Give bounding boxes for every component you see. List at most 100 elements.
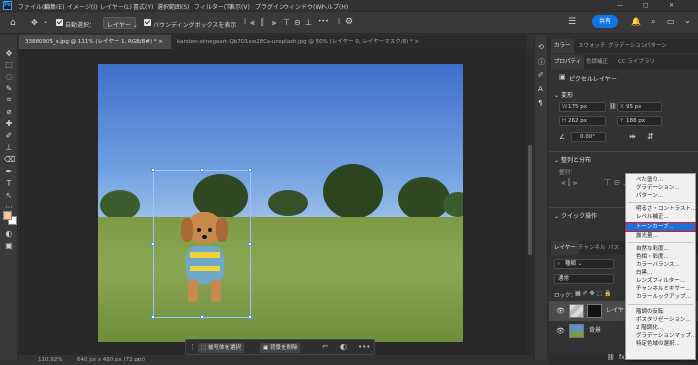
eraser-tool-icon[interactable]: ⌫	[4, 155, 15, 164]
auto-select-checkbox[interactable]	[56, 19, 63, 26]
history-icon[interactable]: ⟲	[538, 43, 544, 51]
align-right-icon[interactable]: ⫸	[272, 18, 277, 28]
menu-item-color-lookup[interactable]: カラールックアップ...	[626, 293, 695, 301]
menu-plugins[interactable]: プラグイン	[255, 2, 285, 11]
align-bottom-icon[interactable]: ⊥	[305, 18, 312, 27]
tab-properties[interactable]: プロパティ	[551, 55, 585, 69]
menu-item-hue-saturation[interactable]: 色相・彩度...	[626, 253, 695, 261]
menu-layer[interactable]: レイヤー(L)	[100, 2, 132, 11]
auto-select-dropdown[interactable]: レイヤー ⌄	[103, 17, 138, 29]
tab-paths[interactable]: パス	[605, 241, 622, 255]
home-icon[interactable]: ⌂	[10, 18, 16, 28]
visibility-eye-icon[interactable]: 👁	[556, 327, 565, 335]
brush-tool-icon[interactable]: ✐	[4, 131, 14, 140]
tab-swatches[interactable]: スウォッチ	[575, 39, 609, 53]
layer-kind-filter[interactable]: ⌕ 種類 ⌄	[554, 259, 614, 269]
chevron-down-icon[interactable]: ⌄	[684, 16, 691, 25]
transform-handle[interactable]	[248, 315, 252, 319]
maximize-icon[interactable]: ▢	[643, 2, 649, 9]
healing-brush-icon[interactable]: ✚	[4, 119, 14, 128]
photoshop-logo[interactable]: Ps	[3, 1, 12, 10]
quick-select-tool-icon[interactable]: ✎	[4, 84, 14, 93]
doc-tab-active[interactable]: 33880905_s.jpg @ 111% (レイヤー 1, RGB/8#) *…	[19, 35, 171, 49]
x-field[interactable]: X 95 px	[617, 102, 662, 112]
transform-handle[interactable]	[151, 168, 155, 172]
menu-item-exposure[interactable]: 露光量...	[626, 232, 695, 240]
doc-tab-inactive[interactable]: karsten-winegeart-Qb7D1xw28Cs-unsplash.j…	[171, 35, 445, 49]
menu-item-black-white[interactable]: 白黒...	[626, 269, 695, 277]
workspace-icon[interactable]: ▭	[667, 17, 675, 26]
screen-mode-icon[interactable]: ▣	[4, 241, 14, 250]
quick-mask-icon[interactable]: ◐	[4, 229, 14, 238]
transform-icon[interactable]: ⌐	[322, 342, 329, 351]
transform-section-title[interactable]: ⌄ 変形	[554, 90, 573, 99]
blend-mode-dropdown[interactable]: 通常	[554, 274, 614, 284]
visibility-eye-icon[interactable]: 👁	[556, 307, 565, 315]
learn-icon[interactable]: ☰	[568, 17, 576, 27]
minimize-icon[interactable]: —	[617, 2, 623, 9]
transform-handle[interactable]	[200, 168, 204, 172]
zoom-readout[interactable]: 110.92%	[38, 356, 62, 365]
menu-filter[interactable]: フィルター(T)	[194, 2, 232, 11]
menu-item-threshold[interactable]: 2 階調化...	[626, 324, 695, 332]
flip-vertical-icon[interactable]: ⇵	[647, 132, 654, 141]
transform-bounding-box[interactable]	[151, 168, 252, 319]
stamp-tool-icon[interactable]: ⊥	[4, 143, 14, 152]
menu-item-invert[interactable]: 階調の反転	[626, 308, 695, 316]
remove-background-button[interactable]: ▣ 背景を削除	[260, 343, 301, 353]
menu-item-photo-filter[interactable]: レンズフィルター...	[626, 277, 695, 285]
bounding-box-checkbox[interactable]	[144, 19, 151, 26]
layer-name[interactable]: 背景	[589, 321, 601, 341]
tab-patterns[interactable]: パターン	[642, 39, 670, 53]
menu-view[interactable]: 表示(V)	[229, 2, 250, 11]
close-icon[interactable]: ×	[158, 39, 163, 45]
menu-window[interactable]: ウィンドウ(W)	[283, 2, 324, 11]
move-tool-icon[interactable]: ✥	[31, 18, 38, 27]
tab-cc-libraries[interactable]: CC ライブラリ	[615, 55, 658, 69]
y-field[interactable]: Y 188 px	[617, 116, 662, 126]
transform-handle[interactable]	[248, 168, 252, 172]
crop-tool-icon[interactable]: ⌗	[4, 95, 14, 104]
align-buttons-icon[interactable]: ⫷ ⫿ ⫸	[561, 178, 578, 188]
align-top-icon[interactable]: ⊤	[283, 18, 290, 27]
width-field[interactable]: W 175 px	[559, 102, 606, 112]
height-field[interactable]: H 262 px	[559, 116, 606, 126]
notification-bell-icon[interactable]: 🔔	[631, 17, 641, 26]
link-layers-icon[interactable]: ⛓	[607, 354, 615, 361]
foreground-color-swatch[interactable]	[3, 211, 12, 220]
type-tool-icon[interactable]: T	[4, 179, 14, 188]
tab-color[interactable]: カラー	[551, 39, 574, 53]
eyedropper-tool-icon[interactable]: ⌀	[4, 107, 14, 116]
info-icon[interactable]: ⓘ	[538, 57, 545, 67]
character-icon[interactable]: A	[538, 85, 543, 93]
align-center-icon[interactable]: ⫿	[261, 18, 264, 28]
more-options-icon[interactable]: •••	[318, 18, 329, 25]
menu-help[interactable]: ヘルプ(H)	[321, 2, 348, 11]
quick-actions-title[interactable]: ⌄ クイック操作	[554, 211, 597, 220]
menu-item-pattern[interactable]: パターン...	[626, 192, 695, 200]
menu-edit[interactable]: 編集(E)	[44, 2, 64, 11]
search-icon[interactable]: ⌕	[651, 17, 655, 27]
menu-item-solid-color[interactable]: べた塗り...	[626, 176, 695, 184]
brush-settings-icon[interactable]: ✐	[538, 71, 544, 79]
align-section-title[interactable]: ⌄ 整列と分布	[554, 155, 591, 164]
tab-adjustments[interactable]: 色調補正	[583, 55, 611, 69]
lock-icons[interactable]: ▦ ✐ ✥ ⬚ 🔒	[575, 290, 612, 297]
menu-item-vibrance[interactable]: 自然な彩度...	[626, 245, 695, 253]
settings-gear-icon[interactable]: ⚙	[345, 17, 353, 27]
lasso-tool-icon[interactable]: ◌	[4, 72, 14, 81]
menu-item-gradient-map[interactable]: グラデーションマップ...	[626, 332, 696, 340]
close-icon[interactable]: ✕	[669, 2, 674, 9]
close-icon[interactable]: ×	[414, 39, 419, 45]
menu-select[interactable]: 選択範囲(S)	[157, 2, 190, 11]
share-button[interactable]: 共有	[592, 15, 618, 28]
menu-item-gradient[interactable]: グラデーション...	[626, 184, 695, 192]
menu-item-channel-mixer[interactable]: チャンネルミキサー...	[626, 285, 695, 293]
more-icon[interactable]: •••	[358, 343, 370, 351]
menu-item-brightness-contrast[interactable]: 明るさ・コントラスト...	[626, 205, 696, 213]
menu-item-curves[interactable]: トーンカーブ...	[625, 222, 696, 232]
angle-field[interactable]: 0.00°	[571, 132, 606, 142]
align-middle-icon[interactable]: ⊝	[294, 18, 301, 27]
transform-handle[interactable]	[151, 315, 155, 319]
menu-item-selective-color[interactable]: 特定色域の選択...	[626, 340, 695, 348]
